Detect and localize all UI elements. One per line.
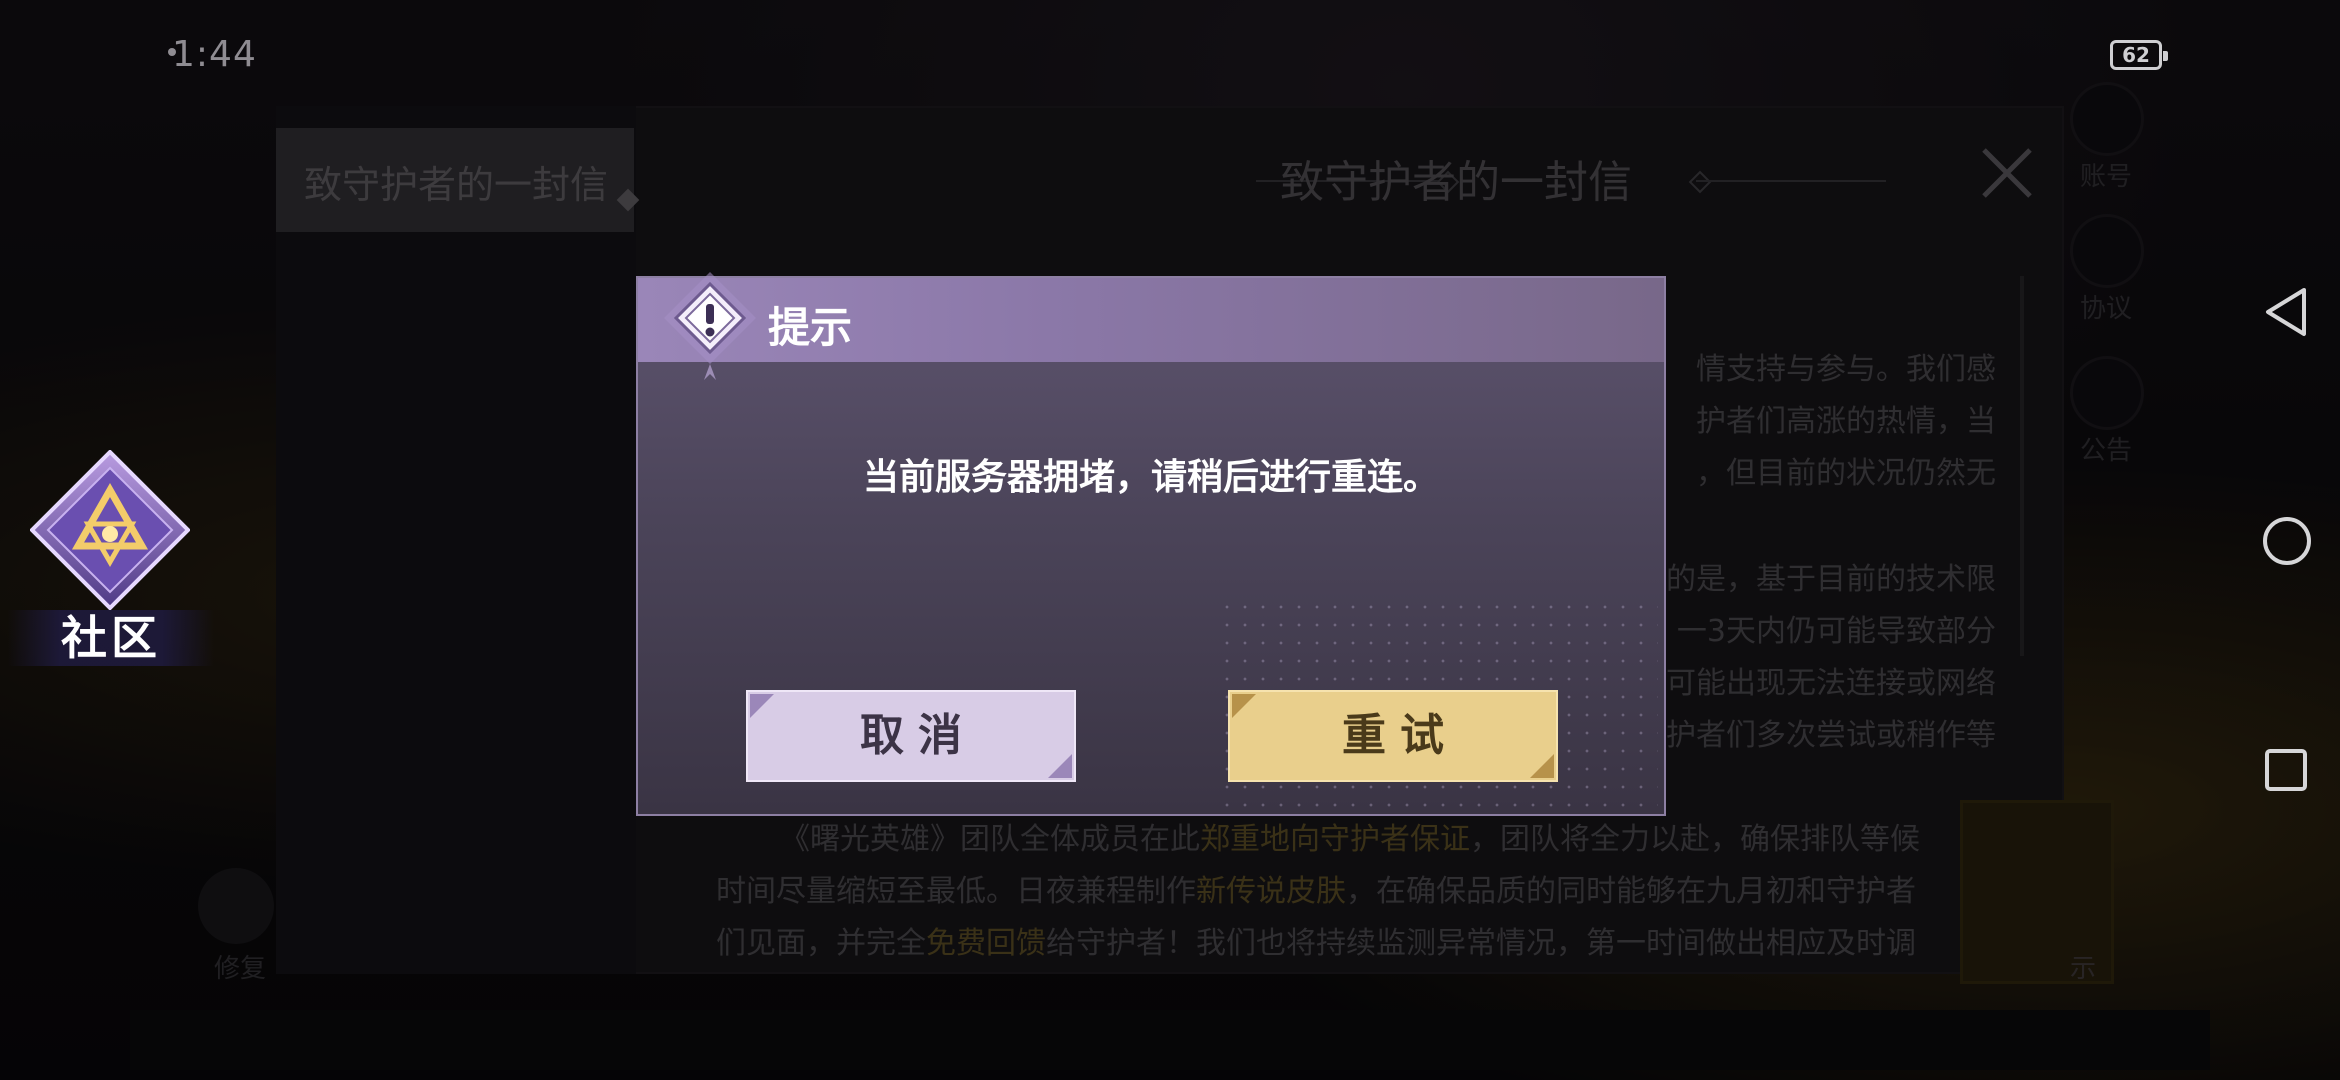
back-nav-icon[interactable]	[2262, 286, 2310, 338]
retry-button[interactable]: 重试	[1228, 690, 1558, 782]
community-button[interactable]: 社区	[8, 442, 214, 674]
corner-ornament	[750, 694, 774, 718]
battery-level: 62	[2122, 43, 2150, 67]
dialog-title: 提示	[768, 303, 853, 352]
home-nav-icon[interactable]	[2262, 516, 2312, 566]
battery-icon: 62	[2110, 40, 2168, 70]
status-time: 1:44	[172, 34, 257, 75]
cancel-button-label: 取消	[860, 710, 976, 761]
community-label: 社区	[8, 610, 214, 666]
corner-ornament	[1048, 754, 1072, 778]
cancel-button[interactable]: 取消	[746, 690, 1076, 782]
community-emblem-icon	[29, 449, 191, 611]
corner-ornament	[1232, 694, 1256, 718]
corner-ornament	[1530, 754, 1554, 778]
warning-icon	[658, 270, 762, 382]
alert-dialog: 提示 当前服务器拥堵，请稍后进行重连。 取消 重试	[636, 272, 1666, 816]
recents-nav-icon[interactable]	[2264, 748, 2308, 792]
dialog-message: 当前服务器拥堵，请稍后进行重连。	[862, 457, 1439, 498]
retry-button-label: 重试	[1342, 710, 1458, 761]
